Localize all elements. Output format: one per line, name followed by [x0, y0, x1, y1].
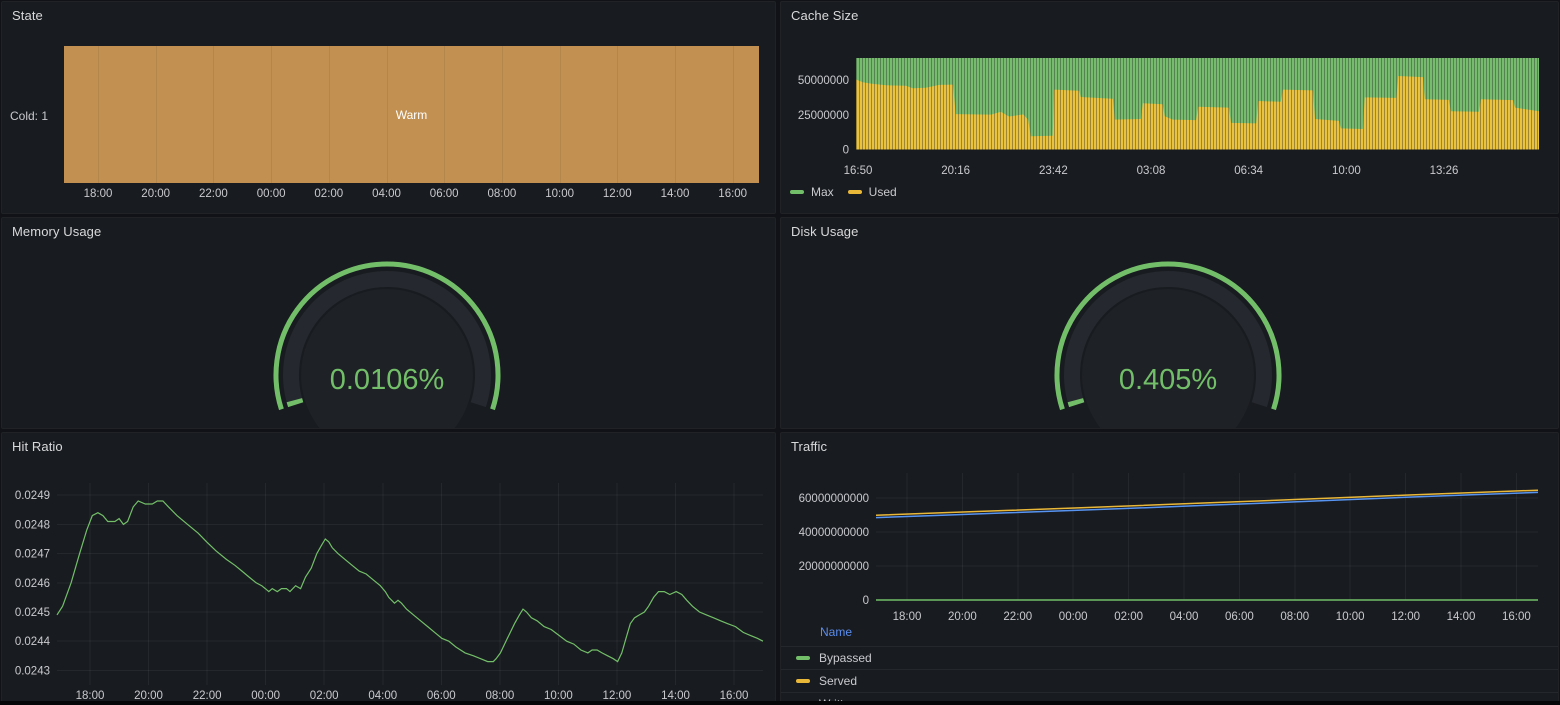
panel-state: State Cold: 1 Warm 18:00 20:00 22:00 00:00 0…: [1, 1, 776, 214]
x-tick-label: 06:00: [430, 188, 459, 200]
panel-traffic: Traffic Name BypassedServedWritten 02000…: [780, 432, 1559, 704]
x-tick-label: 20:16: [941, 165, 970, 177]
y-tick-label: 0.0243: [15, 665, 50, 677]
state-x-axis: 18:00 20:00 22:00 00:00 02:00 04:00 06:00 08:00…: [2, 188, 775, 204]
traffic-chart[interactable]: 0 20000000000 40000000000 60000000000 18:00 2…: [781, 433, 1559, 704]
y-tick-label: 40000000000: [799, 527, 869, 539]
y-tick-label: 50000000: [798, 75, 849, 87]
x-tick-label: 03:08: [1137, 165, 1166, 177]
x-tick-label: 16:50: [844, 165, 873, 177]
state-gridline: [387, 46, 388, 183]
x-tick-label: 14:00: [661, 188, 690, 200]
x-tick-label: 00:00: [1059, 611, 1088, 623]
panel-title-state[interactable]: State: [2, 2, 775, 23]
y-tick-label: 20000000000: [799, 561, 869, 573]
y-tick-label: 60000000000: [799, 493, 869, 505]
x-tick-label: 06:00: [1225, 611, 1254, 623]
y-tick-label: 0.0244: [15, 636, 51, 648]
state-gridline: [329, 46, 330, 183]
panel-cache-size: Cache Size MaxUsed 0250000005000000016:5…: [780, 1, 1559, 214]
cache-size-chart[interactable]: 0 25000000 50000000 16:50 20:16 23:42 03:08 06:…: [781, 2, 1559, 214]
bar-texture: [856, 58, 1539, 150]
x-tick-label: 02:00: [314, 188, 343, 200]
state-gridline: [560, 46, 561, 183]
x-tick-label: 10:00: [1336, 611, 1365, 623]
panel-hit-ratio: Hit Ratio 0.02430.02440.02450.02460.0247…: [1, 432, 776, 704]
x-tick-label: 08:00: [1280, 611, 1309, 623]
state-segment-label: Warm: [396, 108, 428, 122]
y-tick-label: 0: [843, 145, 849, 157]
state-gridline: [733, 46, 734, 183]
x-tick-label: 06:34: [1234, 165, 1263, 177]
x-tick-label: 16:00: [1502, 611, 1531, 623]
x-tick-label: 04:00: [372, 188, 401, 200]
window-bottom-edge: [0, 701, 1560, 705]
hit-ratio-chart[interactable]: 0.0243 0.0244 0.0245 0.0246 0.0247 0.0248 0.02…: [2, 433, 776, 704]
x-tick-label: 08:00: [488, 188, 517, 200]
x-tick-label: 02:00: [1114, 611, 1143, 623]
disk-usage-gauge[interactable]: 0.405%: [781, 218, 1559, 429]
y-tick-label: 0.0245: [15, 607, 50, 619]
gauge-value-label: 0.0106%: [330, 364, 445, 396]
series-served-line: [876, 490, 1538, 515]
state-gridline: [271, 46, 272, 183]
x-tick-label: 18:00: [84, 188, 113, 200]
y-tick-label: 0.0246: [15, 578, 50, 590]
memory-usage-gauge[interactable]: 0.0106%: [2, 218, 776, 429]
x-tick-label: 00:00: [257, 188, 286, 200]
gauge-value-arc: [1075, 400, 1076, 405]
state-row-label: Cold: 1: [10, 109, 48, 123]
y-tick-label: 0.0249: [15, 490, 50, 502]
state-gridline: [98, 46, 99, 183]
panel-disk-usage: Disk Usage 0.405%: [780, 217, 1559, 429]
x-tick-label: 10:00: [545, 188, 574, 200]
y-tick-label: 0.0248: [15, 519, 50, 531]
x-tick-label: 04:00: [1170, 611, 1199, 623]
x-tick-label: 20:00: [948, 611, 977, 623]
x-tick-label: 14:00: [1447, 611, 1476, 623]
state-warm-segment[interactable]: Warm: [64, 46, 759, 183]
state-gridline: [675, 46, 676, 183]
series-hit-ratio-line: [57, 501, 763, 662]
state-gridline: [617, 46, 618, 183]
grafana-dashboard: State Cold: 1 Warm 18:0020:0022:0000:000…: [0, 0, 1560, 705]
x-tick-label: 22:00: [199, 188, 228, 200]
state-gridline: [213, 46, 214, 183]
gauge-value-label: 0.405%: [1119, 364, 1217, 396]
x-tick-label: 10:00: [1332, 165, 1361, 177]
series-written-line: [876, 492, 1538, 517]
panel-memory-usage: Memory Usage 0.0106%: [1, 217, 776, 429]
y-tick-label: 0.0247: [15, 549, 50, 561]
x-tick-label: 18:00: [893, 611, 922, 623]
x-tick-label: 16:00: [718, 188, 747, 200]
x-tick-label: 23:42: [1039, 165, 1068, 177]
y-tick-label: 25000000: [798, 110, 849, 122]
state-gridline: [156, 46, 157, 183]
x-tick-label: 13:26: [1430, 165, 1459, 177]
state-gridline: [502, 46, 503, 183]
y-tick-label: 0: [863, 595, 869, 607]
x-tick-label: 20:00: [141, 188, 170, 200]
x-tick-label: 22:00: [1003, 611, 1032, 623]
x-tick-label: 12:00: [1391, 611, 1420, 623]
gauge-value-arc: [294, 400, 295, 405]
state-gridline: [444, 46, 445, 183]
x-tick-label: 12:00: [603, 188, 632, 200]
